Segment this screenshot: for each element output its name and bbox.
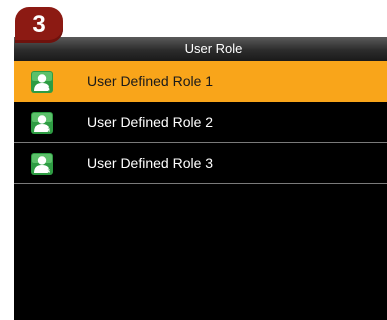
device-screen: User Role 1 User Defined Role 1 2 User D… (14, 37, 387, 320)
page-title: User Role (184, 41, 243, 56)
role-item-label: User Defined Role 2 (87, 114, 214, 130)
user-role-2-icon: 2 (31, 112, 53, 134)
role-list: 1 User Defined Role 1 2 User Defined Rol… (14, 61, 387, 184)
role-item-label: User Defined Role 1 (87, 73, 214, 89)
role-item-label: User Defined Role 3 (87, 155, 214, 171)
role-item-1[interactable]: 1 User Defined Role 1 (14, 61, 387, 102)
role-item-2[interactable]: 2 User Defined Role 2 (14, 102, 387, 143)
role-item-3[interactable]: 3 User Defined Role 3 (14, 143, 387, 184)
title-bar: User Role (14, 37, 387, 61)
step-number-badge: 3 (15, 7, 63, 43)
user-role-1-icon: 1 (31, 71, 53, 93)
user-role-3-icon: 3 (31, 153, 53, 175)
